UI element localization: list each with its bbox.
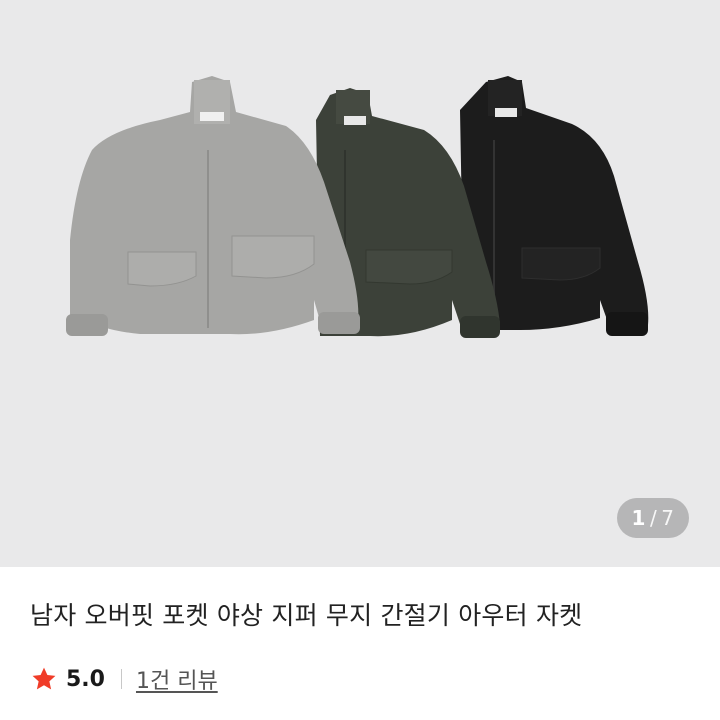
rating-row: 5.0 1건 리뷰 (30, 662, 218, 696)
total-pages: 7 (661, 506, 675, 530)
grey-jacket (66, 76, 360, 336)
page-separator: / (649, 506, 658, 530)
product-title: 남자 오버핏 포켓 야상 지퍼 무지 간절기 아우터 자켓 (30, 601, 583, 630)
star-icon (32, 667, 56, 690)
rating-score: 5.0 (66, 666, 105, 692)
product-image (66, 76, 649, 338)
rating-divider (120, 669, 122, 689)
product-image-gallery[interactable]: 1 / 7 (0, 0, 720, 567)
current-page: 1 (631, 506, 646, 530)
product-page: 1 / 7 남자 오버핏 포켓 야상 지퍼 무지 간절기 아우터 자켓 5.0 … (0, 0, 720, 720)
review-count-link[interactable]: 1건 리뷰 (136, 663, 218, 695)
image-page-indicator: 1 / 7 (617, 498, 689, 538)
